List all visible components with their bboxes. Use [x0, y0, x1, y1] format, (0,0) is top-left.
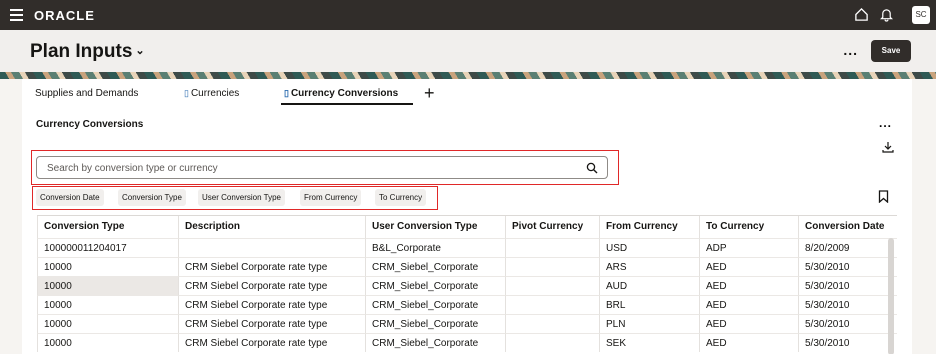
cell-user-conversion-type[interactable]: CRM_Siebel_Corporate: [365, 333, 505, 352]
section-title: Currency Conversions: [36, 119, 144, 130]
filter-chip-to-currency[interactable]: To Currency: [375, 189, 427, 206]
cell-conversion-type[interactable]: 10000: [37, 257, 178, 276]
page-title-text: Plan Inputs: [30, 41, 133, 62]
cell-pivot-currency[interactable]: [505, 238, 599, 257]
cell-pivot-currency[interactable]: [505, 276, 599, 295]
filter-chip-conversion-type[interactable]: Conversion Type: [118, 189, 186, 206]
cell-pivot-currency[interactable]: [505, 295, 599, 314]
column-header-conversion-date[interactable]: Conversion Date: [798, 216, 897, 238]
cell-conversion-type[interactable]: 10000: [37, 276, 178, 295]
cell-description[interactable]: CRM Siebel Corporate rate type: [178, 257, 365, 276]
cell-to-currency[interactable]: AED: [699, 257, 798, 276]
column-header-from-currency[interactable]: From Currency: [599, 216, 699, 238]
cell-user-conversion-type[interactable]: B&L_Corporate: [365, 238, 505, 257]
table-row[interactable]: 100000011204017 B&L_Corporate USD ADP 8/…: [37, 238, 897, 257]
cell-to-currency[interactable]: AED: [699, 295, 798, 314]
cell-to-currency[interactable]: AED: [699, 276, 798, 295]
cell-to-currency[interactable]: AED: [699, 314, 798, 333]
tab-currencies[interactable]: ▯ Currencies: [184, 88, 239, 99]
bell-icon[interactable]: [880, 7, 893, 22]
cell-user-conversion-type[interactable]: CRM_Siebel_Corporate: [365, 295, 505, 314]
oracle-logo[interactable]: ORACLE: [34, 8, 95, 23]
column-header-conversion-type[interactable]: Conversion Type: [37, 216, 178, 238]
table-header-row: Conversion Type Description User Convers…: [37, 216, 897, 238]
cell-user-conversion-type[interactable]: CRM_Siebel_Corporate: [365, 276, 505, 295]
document-icon: ▯: [284, 88, 289, 98]
cell-conversion-date[interactable]: 5/30/2010: [798, 333, 897, 352]
table-scrollbar[interactable]: [888, 238, 894, 354]
download-icon[interactable]: [882, 141, 894, 153]
tab-bar: Supplies and Demands ▯ Currencies ▯ Curren…: [22, 79, 912, 106]
column-header-description[interactable]: Description: [178, 216, 365, 238]
filter-chip-conversion-date[interactable]: Conversion Date: [36, 189, 104, 206]
table-row[interactable]: 10000 CRM Siebel Corporate rate type CRM…: [37, 295, 897, 314]
cell-from-currency[interactable]: PLN: [599, 314, 699, 333]
cell-from-currency[interactable]: ARS: [599, 257, 699, 276]
user-avatar[interactable]: SC: [912, 6, 930, 24]
table-row[interactable]: 10000 CRM Siebel Corporate rate type CRM…: [37, 314, 897, 333]
global-header: ORACLE SC: [0, 0, 936, 30]
search-input[interactable]: [47, 160, 567, 176]
cell-description[interactable]: CRM Siebel Corporate rate type: [178, 333, 365, 352]
menu-icon[interactable]: [10, 9, 23, 21]
cell-conversion-date[interactable]: 5/30/2010: [798, 276, 897, 295]
cell-conversion-date[interactable]: 5/30/2010: [798, 257, 897, 276]
table-row[interactable]: 10000 CRM Siebel Corporate rate type CRM…: [37, 257, 897, 276]
decorative-banner: [0, 72, 936, 79]
chevron-down-icon[interactable]: ⌄: [135, 45, 144, 57]
cell-pivot-currency[interactable]: [505, 257, 599, 276]
cell-conversion-type[interactable]: 10000: [37, 295, 178, 314]
column-header-to-currency[interactable]: To Currency: [699, 216, 798, 238]
table-row[interactable]: 10000 CRM Siebel Corporate rate type CRM…: [37, 276, 897, 295]
more-actions-button[interactable]: ...: [843, 42, 858, 58]
cell-user-conversion-type[interactable]: CRM_Siebel_Corporate: [365, 257, 505, 276]
cell-pivot-currency[interactable]: [505, 314, 599, 333]
cell-to-currency[interactable]: AED: [699, 333, 798, 352]
table-row[interactable]: 10000 CRM Siebel Corporate rate type CRM…: [37, 333, 897, 352]
cell-conversion-date[interactable]: 5/30/2010: [798, 295, 897, 314]
document-icon: ▯: [184, 88, 189, 98]
cell-user-conversion-type[interactable]: CRM_Siebel_Corporate: [365, 314, 505, 333]
search-icon[interactable]: [586, 162, 598, 174]
cell-description[interactable]: CRM Siebel Corporate rate type: [178, 295, 365, 314]
cell-conversion-date[interactable]: 8/20/2009: [798, 238, 897, 257]
home-icon[interactable]: [854, 7, 869, 22]
add-tab-button[interactable]: +: [424, 83, 435, 104]
tab-label: Supplies and Demands: [35, 88, 139, 99]
active-tab-indicator: [281, 103, 413, 105]
cell-description[interactable]: CRM Siebel Corporate rate type: [178, 314, 365, 333]
cell-pivot-currency[interactable]: [505, 333, 599, 352]
cell-conversion-type[interactable]: 10000: [37, 333, 178, 352]
section-more-button[interactable]: ...: [879, 116, 892, 130]
bookmark-icon[interactable]: [878, 190, 889, 203]
cell-from-currency[interactable]: BRL: [599, 295, 699, 314]
cell-conversion-type[interactable]: 100000011204017: [37, 238, 178, 257]
tab-supplies-and-demands[interactable]: Supplies and Demands: [35, 88, 138, 99]
filter-chip-user-conversion-type[interactable]: User Conversion Type: [198, 189, 285, 206]
cell-from-currency[interactable]: SEK: [599, 333, 699, 352]
page-header: Plan Inputs ⌄ ... Save: [0, 30, 936, 72]
cell-description[interactable]: [178, 238, 365, 257]
tab-currency-conversions[interactable]: ▯ Currency Conversions: [284, 88, 398, 99]
cell-from-currency[interactable]: USD: [599, 238, 699, 257]
save-button[interactable]: Save: [871, 40, 911, 62]
page-title[interactable]: Plan Inputs ⌄: [30, 41, 145, 63]
column-header-user-conversion-type[interactable]: User Conversion Type: [365, 216, 505, 238]
tab-label: Currencies: [190, 88, 240, 99]
main-panel: Supplies and Demands ▯ Currencies ▯ Curren…: [22, 79, 912, 354]
search-field[interactable]: [36, 156, 608, 179]
cell-conversion-date[interactable]: 5/30/2010: [798, 314, 897, 333]
column-header-pivot-currency[interactable]: Pivot Currency: [505, 216, 599, 238]
cell-to-currency[interactable]: ADP: [699, 238, 798, 257]
cell-from-currency[interactable]: AUD: [599, 276, 699, 295]
cell-conversion-type[interactable]: 10000: [37, 314, 178, 333]
filter-chip-from-currency[interactable]: From Currency: [300, 189, 362, 206]
cell-description[interactable]: CRM Siebel Corporate rate type: [178, 276, 365, 295]
currency-conversions-table: Conversion Type Description User Convers…: [37, 215, 897, 354]
tab-label: Currency Conversions: [290, 88, 399, 99]
